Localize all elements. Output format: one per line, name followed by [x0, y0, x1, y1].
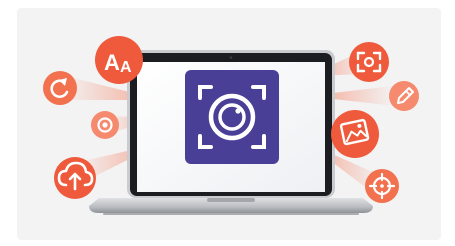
image-edit-icon	[331, 110, 379, 158]
screenshot-frame-icon	[349, 42, 389, 82]
camera-capture-icon	[185, 70, 279, 164]
text-size-icon: A A	[95, 36, 143, 84]
radio-target-icon	[91, 111, 119, 139]
hero-illustration: A A	[17, 8, 441, 240]
svg-text:A: A	[104, 50, 120, 75]
cloud-upload-icon	[54, 157, 96, 199]
crosshair-icon	[365, 169, 399, 203]
rotate-icon	[43, 71, 77, 105]
svg-text:A: A	[120, 59, 132, 76]
pencil-icon	[389, 81, 419, 111]
hero-scene: A A	[43, 36, 419, 215]
